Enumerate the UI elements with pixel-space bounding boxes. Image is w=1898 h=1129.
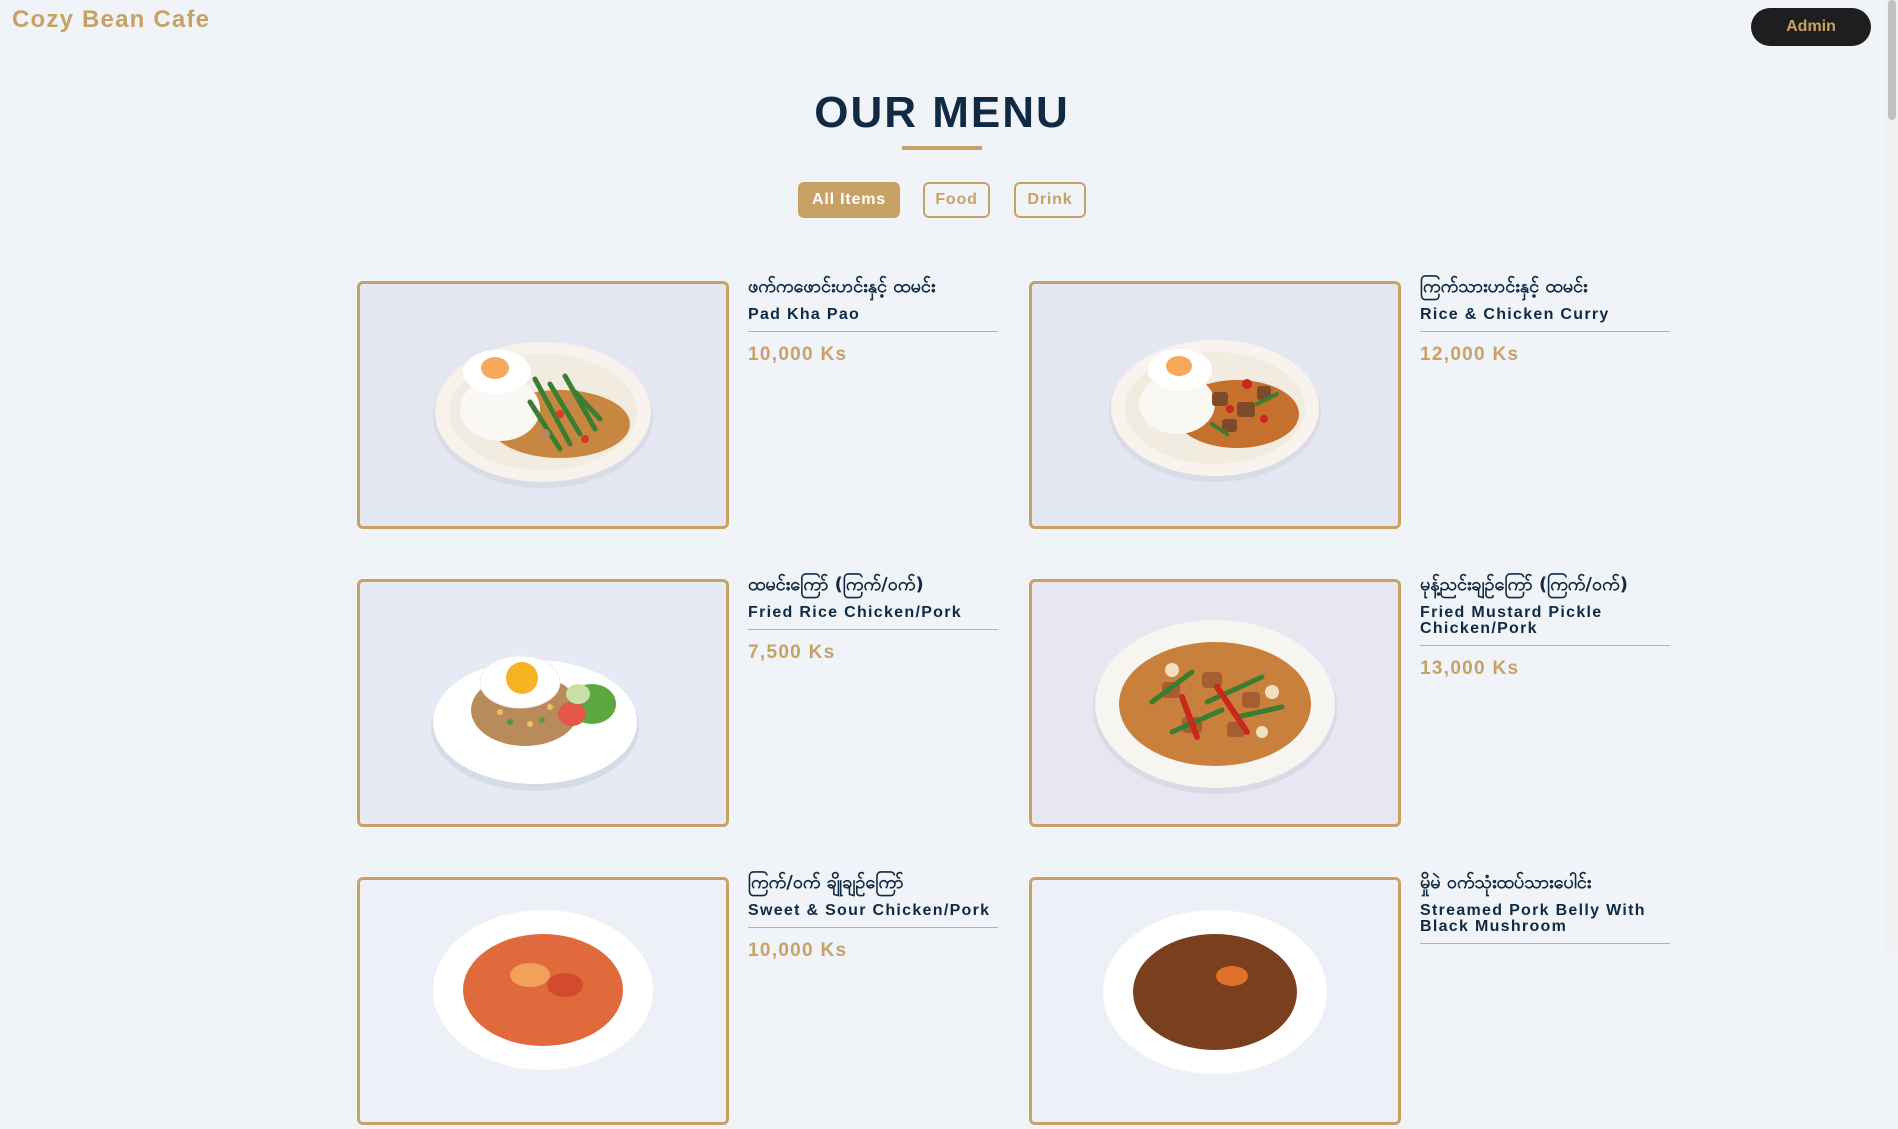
item-name-english: Streamed Pork Belly With Black Mushroom (1420, 903, 1670, 944)
item-name-english: Fried Rice Chicken/Pork (748, 605, 998, 630)
filter-food[interactable]: Food (923, 182, 990, 218)
food-photo (357, 579, 729, 827)
food-photo (357, 877, 729, 1125)
category-filters: All Items Food Drink (0, 182, 1884, 218)
item-price: 13,000 Ks (1420, 658, 1520, 679)
item-price: 10,000 Ks (748, 940, 848, 961)
item-price: 7,500 Ks (748, 642, 836, 663)
item-name-english: Fried Mustard Pickle Chicken/Pork (1420, 605, 1670, 646)
item-name-myanmar: မှိုမဲ ဝက်သုံးထပ်သားပေါင်း (1420, 872, 1592, 893)
item-name-english: Pad Kha Pao (748, 307, 998, 332)
item-name-english: Sweet & Sour Chicken/Pork (748, 903, 998, 928)
filter-all-items[interactable]: All Items (798, 182, 900, 218)
item-name-myanmar: မုန့်ညင်းချဉ်ကြော် (ကြက်/ဝက်) (1420, 574, 1628, 595)
item-name-english: Rice & Chicken Curry (1420, 307, 1670, 332)
food-photo (1029, 579, 1401, 827)
item-price: 10,000 Ks (748, 344, 848, 365)
title-underline (902, 146, 982, 150)
menu-item-card[interactable]: ဖက်ကဖောင်းဟင်းနှင့် ထမင်း Pad Kha Pao 10… (357, 276, 1012, 533)
brand-logo[interactable]: Cozy Bean Cafe (12, 6, 210, 34)
scrollbar-thumb[interactable] (1888, 0, 1896, 120)
scrollbar[interactable] (1884, 0, 1898, 952)
item-price: 12,000 Ks (1420, 344, 1520, 365)
food-photo (1029, 877, 1401, 1125)
menu-item-card[interactable]: ထမင်းကြော် (ကြက်/ဝက်) Fried Rice Chicken… (357, 574, 1012, 831)
admin-button[interactable]: Admin (1751, 8, 1871, 46)
menu-item-card[interactable]: မုန့်ညင်းချဉ်ကြော် (ကြက်/ဝက်) Fried Must… (1029, 574, 1684, 831)
page-title: OUR MENU (814, 88, 1070, 137)
menu-item-card[interactable]: ကြက်/ဝက် ချိုချဉ်ကြော် Sweet & Sour Chic… (357, 872, 1012, 1129)
filter-drink[interactable]: Drink (1014, 182, 1086, 218)
menu-item-card[interactable]: ကြက်သားဟင်းနှင့် ထမင်း Rice & Chicken Cu… (1029, 276, 1684, 533)
food-photo (357, 281, 729, 529)
item-name-myanmar: ကြက်/ဝက် ချိုချဉ်ကြော် (748, 872, 904, 893)
item-name-myanmar: ဖက်ကဖောင်းဟင်းနှင့် ထမင်း (748, 276, 936, 297)
item-name-myanmar: ထမင်းကြော် (ကြက်/ဝက်) (748, 574, 924, 595)
item-name-myanmar: ကြက်သားဟင်းနှင့် ထမင်း (1420, 276, 1588, 297)
menu-item-card[interactable]: မှိုမဲ ဝက်သုံးထပ်သားပေါင်း Streamed Pork… (1029, 872, 1684, 1129)
food-photo (1029, 281, 1401, 529)
